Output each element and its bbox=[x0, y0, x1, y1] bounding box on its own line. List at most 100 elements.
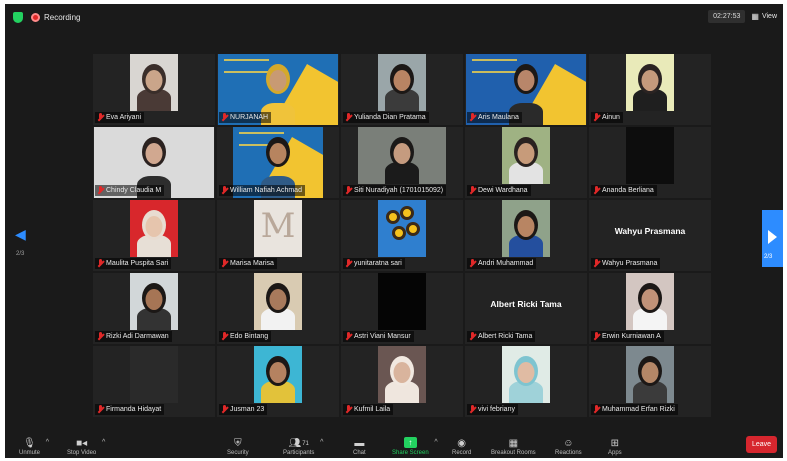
muted-mic-icon bbox=[593, 405, 600, 414]
participant-tile[interactable]: William Nafiah Achmad bbox=[217, 127, 339, 198]
participant-tile[interactable]: Siti Nuradiyah (1701015092) bbox=[341, 127, 463, 198]
participant-name-label: Andri Muhammad bbox=[467, 258, 537, 269]
shield-icon: ⛨ bbox=[234, 438, 242, 449]
participant-tile[interactable]: Maulita Puspita Sari bbox=[93, 200, 215, 271]
participant-name: NURJANAH bbox=[230, 114, 269, 121]
participant-name: Erwin Kurniawan A bbox=[602, 333, 661, 340]
participant-tile[interactable]: Ananda Berliana bbox=[589, 127, 711, 198]
participant-name-label: Erwin Kurniawan A bbox=[591, 331, 664, 342]
previous-page-arrow-icon[interactable]: ◀ bbox=[15, 226, 26, 243]
muted-mic-icon bbox=[97, 332, 104, 341]
chevron-up-icon[interactable]: ^ bbox=[320, 439, 323, 446]
share-screen-label: Share Screen bbox=[392, 450, 429, 456]
muted-mic-icon bbox=[97, 405, 104, 414]
reactions-button[interactable]: ☺ Reactions bbox=[555, 437, 582, 456]
participant-tile[interactable]: Firmanda Hidayat bbox=[93, 346, 215, 417]
muted-mic-icon bbox=[97, 259, 104, 268]
participant-tile[interactable]: Muhammad Erfan Rizki bbox=[589, 346, 711, 417]
leave-button[interactable]: Leave bbox=[746, 436, 777, 453]
participant-video bbox=[130, 273, 178, 330]
previous-page-indicator: 2/3 bbox=[16, 251, 25, 257]
stop-video-button[interactable]: ■◂ ^ Stop Video bbox=[67, 437, 105, 456]
participant-name: Yulianda Dian Pratama bbox=[354, 114, 426, 121]
participant-video bbox=[130, 200, 178, 257]
apps-icon: ⊞ bbox=[610, 438, 620, 449]
participant-video bbox=[130, 346, 178, 403]
participant-tile[interactable]: yunitaratna sari bbox=[341, 200, 463, 271]
participant-name-label: yunitaratna sari bbox=[343, 258, 405, 269]
security-shield-icon[interactable] bbox=[13, 11, 23, 23]
muted-mic-icon bbox=[221, 332, 228, 341]
view-button[interactable]: ▦ View bbox=[751, 12, 777, 21]
participant-name-label: Ainun bbox=[591, 112, 623, 123]
participant-face bbox=[269, 289, 287, 310]
participant-tile[interactable]: vivi febriany bbox=[465, 346, 587, 417]
participant-face bbox=[269, 362, 287, 383]
smiley-plus-icon: ☺ bbox=[563, 438, 574, 449]
participant-tile[interactable]: Ainun bbox=[589, 54, 711, 125]
participant-name: Rizki Adi Darmawan bbox=[106, 333, 169, 340]
participant-face bbox=[393, 362, 411, 383]
participant-tile[interactable]: Eva Ariyani bbox=[93, 54, 215, 125]
participant-video bbox=[254, 346, 302, 403]
participant-name-label: William Nafiah Achmad bbox=[219, 185, 305, 196]
next-page-indicator: 2/3 bbox=[764, 254, 773, 260]
participant-tile[interactable]: Kufmil Laila bbox=[341, 346, 463, 417]
participant-name: Kufmil Laila bbox=[354, 406, 391, 413]
next-page-button[interactable]: 2/3 bbox=[762, 210, 783, 267]
participant-name: vivi febriany bbox=[478, 406, 515, 413]
participants-label: Participants bbox=[283, 450, 315, 456]
participant-video bbox=[254, 273, 302, 330]
participants-button[interactable]: 👥︎ 71 ^ Participants bbox=[283, 437, 323, 456]
participant-tile[interactable]: Astri Viani Mansur bbox=[341, 273, 463, 344]
participant-tile[interactable]: Wahyu Prasmana Wahyu Prasmana bbox=[589, 200, 711, 271]
muted-mic-icon bbox=[345, 113, 352, 122]
participant-tile[interactable]: Chindy Claudia M bbox=[93, 127, 215, 198]
participant-tile[interactable]: Edo Bintang bbox=[217, 273, 339, 344]
participant-face bbox=[393, 143, 411, 164]
participant-video bbox=[626, 346, 674, 403]
participant-tile[interactable]: Rizki Adi Darmawan bbox=[93, 273, 215, 344]
participant-tile[interactable]: Andri Muhammad bbox=[465, 200, 587, 271]
security-button[interactable]: ⛨ Security bbox=[227, 437, 249, 456]
chevron-up-icon[interactable]: ^ bbox=[46, 439, 49, 446]
participant-name: Ainun bbox=[602, 114, 620, 121]
breakout-rooms-icon: ▦ bbox=[508, 438, 519, 449]
record-label: Record bbox=[452, 450, 472, 456]
participant-face bbox=[641, 362, 659, 383]
record-button[interactable]: ◉ Record bbox=[452, 437, 471, 456]
participant-tile[interactable]: Dewi Wardhana bbox=[465, 127, 587, 198]
participant-name-label: Albert Ricki Tama bbox=[467, 331, 536, 342]
participant-tile[interactable]: Albert Ricki Tama Albert Ricki Tama bbox=[465, 273, 587, 344]
breakout-rooms-button[interactable]: ▦ Breakout Rooms bbox=[491, 437, 536, 456]
participant-name: Maulita Puspita Sari bbox=[106, 260, 169, 267]
view-label: View bbox=[761, 13, 777, 20]
participant-tile[interactable]: Aris Maulana bbox=[465, 54, 587, 125]
participant-name-label: Siti Nuradiyah (1701015092) bbox=[343, 185, 447, 196]
chat-button[interactable]: ▬ Chat bbox=[353, 437, 366, 456]
muted-mic-icon bbox=[469, 186, 476, 195]
record-icon: ◉ bbox=[457, 438, 467, 449]
chevron-up-icon[interactable]: ^ bbox=[102, 439, 105, 446]
participant-name-label: Maulita Puspita Sari bbox=[95, 258, 172, 269]
unmute-button[interactable]: 🎙︎ ^ Unmute bbox=[19, 437, 49, 456]
sunflower bbox=[386, 210, 400, 224]
participant-tile[interactable]: Jusman 23 bbox=[217, 346, 339, 417]
participant-name-label: Wahyu Prasmana bbox=[591, 258, 661, 269]
participant-tile[interactable]: M Marisa Marisa bbox=[217, 200, 339, 271]
unmute-label: Unmute bbox=[19, 450, 41, 456]
chevron-up-icon[interactable]: ^ bbox=[434, 439, 437, 446]
participant-tile[interactable]: Yulianda Dian Pratama bbox=[341, 54, 463, 125]
participant-tile[interactable]: Erwin Kurniawan A bbox=[589, 273, 711, 344]
chevron-right-icon bbox=[768, 230, 777, 244]
security-label: Security bbox=[227, 450, 249, 456]
apps-button[interactable]: ⊞ Apps bbox=[608, 437, 622, 456]
share-screen-button[interactable]: ↑ ^ Share Screen bbox=[392, 437, 438, 456]
participant-name: Dewi Wardhana bbox=[478, 187, 528, 194]
participant-name-label: Aris Maulana bbox=[467, 112, 522, 123]
muted-mic-icon bbox=[593, 259, 600, 268]
participant-face bbox=[145, 143, 163, 164]
muted-mic-icon bbox=[593, 186, 600, 195]
share-screen-arrow-icon: ↑ bbox=[403, 437, 417, 448]
participant-tile[interactable]: NURJANAH bbox=[217, 54, 339, 125]
